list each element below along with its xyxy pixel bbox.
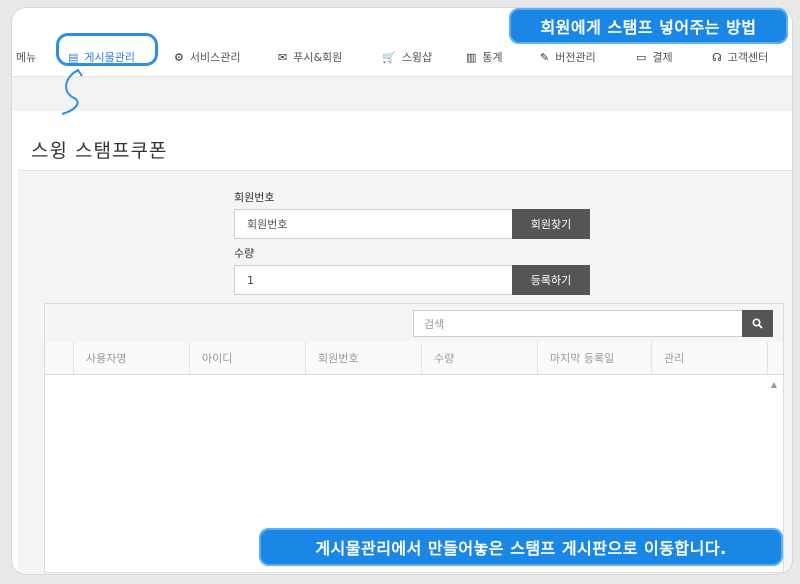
nav-label: 메뉴 (16, 51, 37, 64)
nav-label: 버전관리 (555, 51, 596, 64)
column-header[interactable]: 회원번호 (305, 342, 421, 374)
pointer-arrow-icon (61, 68, 83, 115)
wrench-icon: ✎ (540, 50, 550, 64)
nav-item-menu[interactable]: 메뉴 (16, 47, 36, 67)
nav-label: 서비스관리 (189, 51, 241, 64)
nav-item-stats[interactable]: ▥ 통계 (466, 47, 503, 67)
nav-label: 푸시&회원 (293, 51, 343, 64)
callout-instruction: 게시물관리에서 만들어놓은 스탬프 게시판으로 이동합니다. (259, 528, 783, 566)
card-icon: ▭ (636, 50, 647, 64)
column-header[interactable]: 관리 (651, 342, 767, 374)
nav-label: 결제 (652, 51, 673, 64)
quantity-input[interactable]: 1 (234, 265, 514, 295)
envelope-icon: ✉ (278, 50, 288, 64)
member-number-input[interactable]: 회원번호 (234, 209, 514, 239)
nav-label: 통계 (482, 51, 503, 64)
nav-label: 스윙샵 (401, 51, 433, 64)
app-window: 메뉴 ▤ 게시물관리 ⚙ 서비스관리 ✉ 푸시&회원 🛒 스윙샵 ▥ 통계 ✎ … (12, 8, 792, 574)
quantity-label: 수량 (234, 247, 255, 260)
nav-item-services[interactable]: ⚙ 서비스관리 (174, 47, 240, 67)
nav-item-payment[interactable]: ▭ 결제 (636, 47, 673, 67)
search-icon (752, 318, 763, 329)
nav-label: 고객센터 (727, 51, 769, 64)
column-header[interactable]: 사용자명 (73, 342, 189, 374)
checkbox-column-header (45, 342, 73, 374)
bar-chart-icon: ▥ (466, 50, 477, 64)
column-header[interactable]: 수량 (421, 342, 537, 374)
headset-icon: ☊ (712, 50, 722, 64)
column-header[interactable]: 마지막 등록일 (537, 342, 651, 374)
scroll-up-arrow-icon[interactable]: ▲ (771, 380, 777, 389)
scrollbar-header (767, 342, 783, 374)
column-header[interactable]: 아이디 (189, 342, 305, 374)
search-button[interactable] (742, 310, 773, 337)
search-input[interactable]: 검색 (413, 310, 743, 337)
nav-item-versions[interactable]: ✎ 버전관리 (540, 47, 596, 67)
grid-toolbar: 검색 (45, 304, 783, 343)
table-header: 사용자명 아이디 회원번호 수량 마지막 등록일 관리 (45, 342, 783, 375)
cart-icon: 🛒 (382, 50, 396, 64)
find-member-button[interactable]: 회원찾기 (512, 209, 590, 239)
callout-title: 회원에게 스탬프 넣어주는 방법 (509, 8, 788, 44)
register-button[interactable]: 등록하기 (512, 265, 590, 295)
page-title: 스윙 스탬프쿠폰 (31, 140, 168, 162)
nav-item-push-members[interactable]: ✉ 푸시&회원 (278, 47, 342, 67)
nav-item-shop[interactable]: 🛒 스윙샵 (382, 47, 432, 67)
gear-icon: ⚙ (174, 50, 184, 64)
breadcrumb-band (12, 77, 792, 111)
nav-item-support[interactable]: ☊ 고객센터 (712, 47, 768, 67)
member-number-label: 회원번호 (234, 191, 275, 204)
highlight-ring (56, 33, 158, 66)
